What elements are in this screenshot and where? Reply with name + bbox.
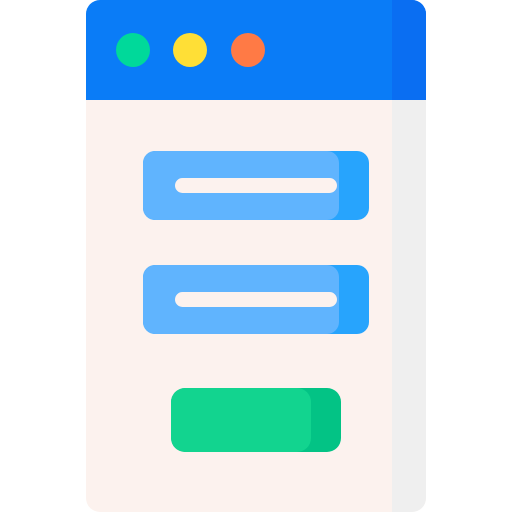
submit-button-face <box>171 388 311 452</box>
titlebar-side-shade <box>392 0 426 100</box>
text-line-icon <box>175 292 337 307</box>
window-control-yellow-dot[interactable] <box>173 33 207 67</box>
window-control-orange-dot[interactable] <box>231 33 265 67</box>
window-titlebar <box>86 0 426 100</box>
submit-button[interactable] <box>171 388 341 452</box>
input-field-1[interactable] <box>143 151 369 220</box>
input-field-2[interactable] <box>143 265 369 334</box>
illustration-canvas <box>0 0 512 512</box>
text-line-icon <box>175 178 337 193</box>
window-control-green-dot[interactable] <box>116 33 150 67</box>
